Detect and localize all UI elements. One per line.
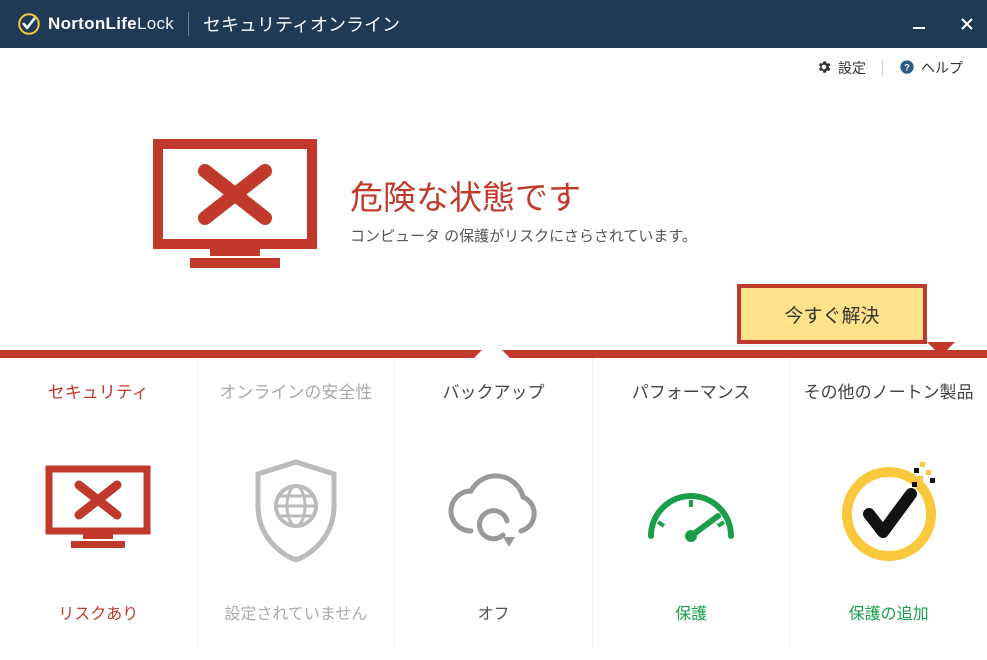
tile-performance[interactable]: パフォーマンス 保護	[593, 358, 791, 648]
tile-strip: セキュリティ リスクあり オンラインの安全性 設定されていません	[0, 358, 987, 648]
tile-security[interactable]: セキュリティ リスクあり	[0, 358, 198, 648]
brand-text: NortonLifeLock	[48, 14, 174, 34]
security-risk-icon	[43, 431, 153, 590]
shield-globe-icon	[246, 431, 346, 590]
status-monitor-icon	[150, 136, 320, 281]
tile-title: バックアップ	[442, 378, 544, 403]
section-divider-bar	[0, 350, 987, 358]
status-subtext: コンピュータ の保護がリスクにさらされています。	[350, 225, 697, 246]
tile-online-safety[interactable]: オンラインの安全性 設定されていません	[198, 358, 396, 648]
tile-title: パフォーマンス	[632, 378, 751, 403]
minimize-button[interactable]	[909, 14, 929, 34]
tile-title: オンラインの安全性	[219, 378, 372, 403]
toolbar: 設定 ? ヘルプ	[0, 48, 987, 84]
toolbar-divider	[882, 60, 883, 76]
close-button[interactable]	[957, 14, 977, 34]
gear-icon	[816, 59, 832, 78]
brand-thin: Lock	[137, 14, 174, 33]
brand-bold: NortonLife	[48, 14, 137, 33]
title-bar: NortonLifeLock セキュリティオンライン	[0, 0, 987, 48]
tile-title: その他のノートン製品	[804, 378, 974, 403]
status-headline: 危険な状態です	[350, 171, 697, 219]
status-text: 危険な状態です コンピュータ の保護がリスクにさらされています。	[350, 171, 697, 246]
tile-status: オフ	[477, 600, 509, 624]
app-title: セキュリティオンライン	[203, 11, 400, 37]
brand-logo: NortonLifeLock	[16, 11, 174, 37]
help-icon: ?	[899, 59, 915, 78]
tile-status: リスクあり	[58, 600, 138, 624]
norton-check-icon	[16, 11, 42, 37]
status-area: 危険な状態です コンピュータ の保護がリスクにさらされています。 今すぐ解決	[0, 84, 987, 334]
resolve-now-button[interactable]: 今すぐ解決	[737, 284, 927, 344]
settings-label: 設定	[838, 58, 866, 78]
tile-title: セキュリティ	[48, 378, 149, 403]
tile-other-products[interactable]: その他のノートン製品 保護の追加	[790, 358, 987, 648]
help-button[interactable]: ? ヘルプ	[899, 58, 963, 78]
divider	[188, 12, 189, 36]
tile-status: 保護の追加	[849, 600, 929, 624]
svg-text:?: ?	[904, 62, 910, 72]
settings-button[interactable]: 設定	[816, 58, 866, 78]
tile-backup[interactable]: バックアップ オフ	[395, 358, 593, 648]
tile-status: 保護	[675, 600, 707, 624]
cloud-restore-icon	[433, 431, 553, 590]
gauge-icon	[636, 431, 746, 590]
window-controls	[909, 0, 977, 48]
norton-logo-icon	[834, 431, 944, 590]
help-label: ヘルプ	[921, 58, 963, 78]
tile-status: 設定されていません	[224, 600, 367, 624]
